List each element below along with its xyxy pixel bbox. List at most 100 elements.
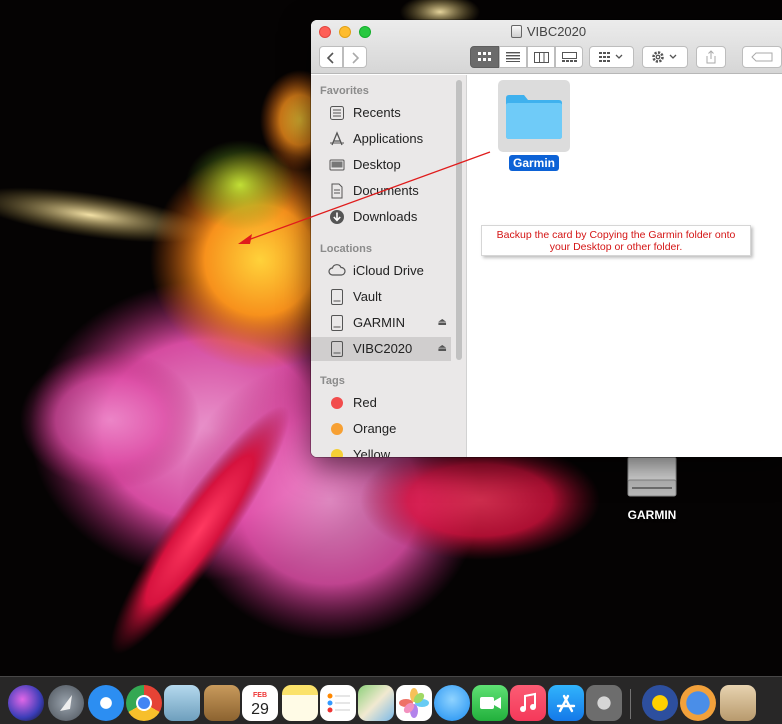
system-preferences-icon[interactable]: [586, 685, 622, 721]
eject-icon[interactable]: ⏏: [438, 337, 447, 361]
calendar-icon[interactable]: FEB 29: [242, 685, 278, 721]
window-title-text: VIBC2020: [526, 24, 587, 39]
annotation-note: Backup the card by Copying the Garmin fo…: [481, 225, 751, 256]
sidebar-item-label: Red: [353, 395, 377, 410]
share-button[interactable]: [696, 46, 726, 68]
sidebar-item-downloads[interactable]: Downloads: [311, 205, 451, 229]
desktop-icon: [328, 157, 346, 173]
safari-icon[interactable]: [88, 685, 124, 721]
notes-icon[interactable]: [282, 685, 318, 721]
folder-icon: [498, 80, 570, 152]
sidebar-item-documents[interactable]: Documents: [311, 179, 451, 203]
dock-separator: [630, 689, 631, 719]
group-by-button[interactable]: [589, 46, 634, 68]
share-icon: [706, 50, 716, 64]
sidebar-tag-yellow[interactable]: Yellow: [311, 443, 451, 457]
sidebar-item-desktop[interactable]: Desktop: [311, 153, 451, 177]
tag-dot-icon: [331, 397, 343, 409]
garmin-express-icon[interactable]: [680, 685, 716, 721]
applications-icon: [328, 131, 346, 147]
edit-tags-button[interactable]: [742, 46, 782, 68]
sidebar: Favorites Recents Applications Desktop D…: [311, 75, 467, 457]
eject-icon[interactable]: ⏏: [438, 311, 447, 335]
chevron-left-icon: [326, 52, 334, 64]
list-view-icon: [506, 52, 520, 62]
map-install-icon[interactable]: [720, 685, 756, 721]
sidebar-item-vault[interactable]: Vault: [311, 285, 451, 309]
drive-icon: [328, 341, 346, 357]
icon-view-icon: [477, 52, 491, 61]
list-view-button[interactable]: [499, 46, 527, 68]
chevron-right-icon: [352, 52, 360, 64]
sidebar-item-label: VIBC2020: [353, 341, 413, 356]
locations-header: Locations: [320, 243, 372, 255]
sidebar-item-label: Desktop: [353, 157, 401, 172]
sidebar-item-label: iCloud Drive: [353, 263, 424, 278]
window-titlebar: VIBC2020: [311, 20, 782, 74]
forward-button[interactable]: [343, 46, 367, 68]
sidebar-tag-red[interactable]: Red: [311, 391, 451, 415]
contacts-icon[interactable]: [204, 685, 240, 721]
dock: FEB 29: [0, 676, 782, 724]
column-view-icon: [533, 52, 549, 63]
reminders-icon[interactable]: [320, 685, 356, 721]
sidebar-item-label: Downloads: [353, 209, 418, 224]
tag-dot-icon: [331, 423, 343, 435]
icon-view-button[interactable]: [470, 46, 499, 68]
sidebar-item-applications[interactable]: Applications: [311, 127, 451, 151]
window-title: VIBC2020: [311, 24, 782, 39]
cloud-icon: [328, 263, 346, 279]
desktop-garmin-drive[interactable]: GARMIN: [612, 456, 692, 522]
chrome-icon[interactable]: [126, 685, 162, 721]
finder-window: VIBC2020 Favorites Recents Applications …: [311, 20, 782, 457]
gallery-view-icon: [561, 52, 577, 62]
app-store-icon[interactable]: [548, 685, 584, 721]
group-grid-icon: [598, 52, 622, 62]
sidebar-item-label: Vault: [353, 289, 382, 304]
column-view-button[interactable]: [527, 46, 555, 68]
facetime-icon[interactable]: [472, 685, 508, 721]
drive-icon: [328, 315, 346, 331]
sidebar-scrollbar[interactable]: [456, 80, 462, 360]
calendar-day: 29: [251, 701, 269, 718]
sidebar-item-garmin[interactable]: GARMIN ⏏: [311, 311, 451, 335]
folder-label: Garmin: [508, 155, 559, 171]
gallery-view-button[interactable]: [555, 46, 583, 68]
sidebar-tag-orange[interactable]: Orange: [311, 417, 451, 441]
sidebar-item-label: Recents: [353, 105, 401, 120]
drive-icon: [510, 25, 522, 38]
annotation-line-2: your Desktop or other folder.: [549, 241, 683, 253]
external-drive-icon: [626, 456, 678, 498]
document-icon: [328, 183, 346, 199]
favorites-header: Favorites: [320, 85, 369, 97]
music-icon[interactable]: [510, 685, 546, 721]
sidebar-item-label: Applications: [353, 131, 424, 146]
sidebar-item-label: GARMIN: [353, 315, 405, 330]
basecamp-icon[interactable]: [642, 685, 678, 721]
sidebar-item-vibc2020[interactable]: VIBC2020 ⏏: [311, 337, 451, 361]
file-browser-content[interactable]: Garmin Backup the card by Copying the Ga…: [467, 75, 782, 457]
gear-icon: [652, 51, 677, 63]
sidebar-item-label: Orange: [353, 421, 397, 436]
photos-icon[interactable]: [396, 685, 432, 721]
tag-icon: [751, 52, 773, 62]
desktop-drive-label: GARMIN: [627, 508, 677, 522]
launchpad-icon[interactable]: [48, 685, 84, 721]
sidebar-item-icloud-drive[interactable]: iCloud Drive: [311, 259, 451, 283]
siri-icon[interactable]: [8, 685, 44, 721]
sidebar-item-label: Documents: [353, 183, 419, 198]
tags-header: Tags: [320, 375, 345, 387]
maps-icon[interactable]: [358, 685, 394, 721]
messages-icon[interactable]: [434, 685, 470, 721]
folder-item-garmin[interactable]: Garmin: [498, 80, 570, 171]
back-button[interactable]: [319, 46, 343, 68]
sidebar-item-label: Yellow: [353, 447, 391, 457]
sidebar-item-recents[interactable]: Recents: [311, 101, 451, 125]
preview-icon[interactable]: [164, 685, 200, 721]
action-menu-button[interactable]: [642, 46, 688, 68]
tag-dot-icon: [331, 449, 343, 457]
clock-icon: [328, 105, 346, 121]
drive-icon: [328, 289, 346, 305]
download-icon: [328, 209, 346, 225]
annotation-line-1: Backup the card by Copying the Garmin fo…: [496, 229, 736, 241]
